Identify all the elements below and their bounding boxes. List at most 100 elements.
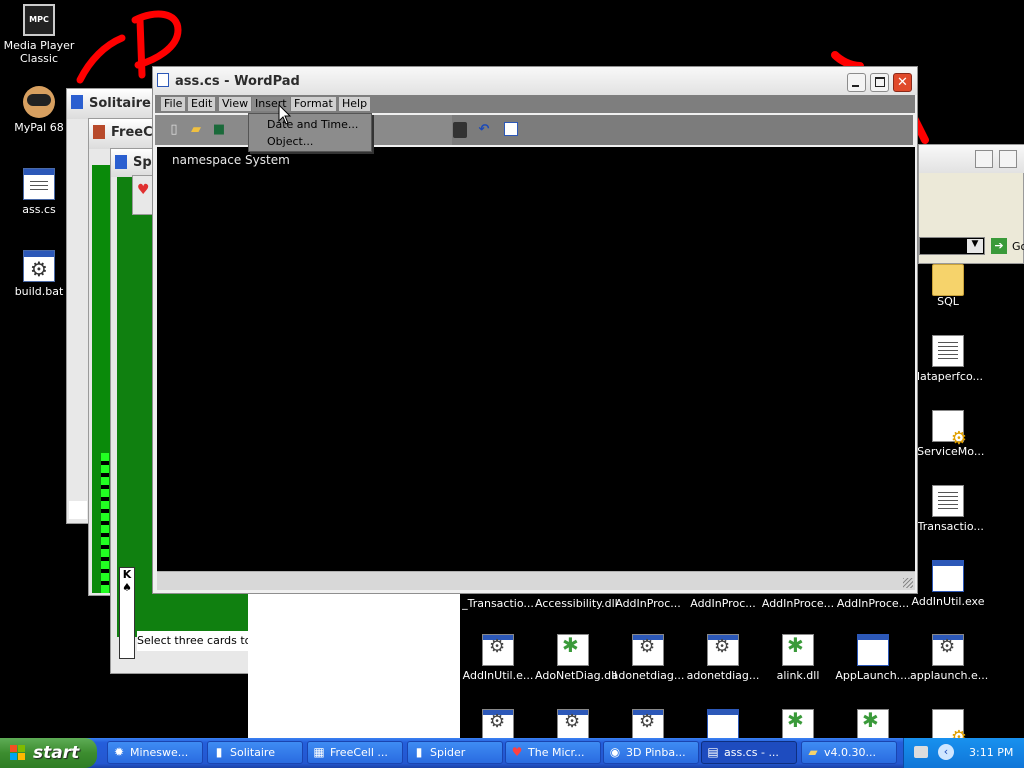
- menu-view[interactable]: View: [219, 97, 252, 111]
- file-label: adonetdiag...: [686, 669, 760, 682]
- go-arrow-icon[interactable]: ➔: [991, 238, 1007, 254]
- file-item[interactable]: adonetdiag...: [685, 634, 761, 682]
- file-label: Accessibility.dll: [535, 597, 618, 610]
- start-button[interactable]: start: [0, 738, 97, 768]
- freecell-icon: ▦: [313, 745, 325, 759]
- menu-format[interactable]: Format: [291, 97, 336, 111]
- spider-icon: ▮: [415, 745, 423, 759]
- taskbar-button[interactable]: ▤ ass.cs - ...: [701, 741, 797, 764]
- insert-dropdown-menu: Date and Time... Object...: [248, 113, 372, 152]
- window-title: ass.cs - WordPad: [175, 74, 300, 89]
- wordpad-titlebar[interactable]: ass.cs - WordPad ✕: [153, 67, 917, 95]
- config-file-icon: [932, 410, 967, 445]
- file-item[interactable]: AddInProce...: [835, 595, 911, 610]
- taskbar-button[interactable]: ▮ Solitaire: [207, 741, 303, 764]
- minimize-button[interactable]: [975, 150, 993, 168]
- file-item[interactable]: AddInUtil.e...: [460, 634, 536, 682]
- insert-object-icon[interactable]: [453, 122, 467, 138]
- back-arrow-icon[interactable]: ‹: [938, 744, 954, 760]
- menu-item-object[interactable]: Object...: [267, 135, 313, 148]
- minimize-button[interactable]: [847, 73, 866, 92]
- close-button[interactable]: ✕: [893, 73, 912, 92]
- file-item[interactable]: adonetdiag...: [610, 634, 686, 682]
- new-document-icon[interactable]: ▯: [166, 122, 182, 138]
- window-title: Sp: [133, 155, 152, 170]
- file-label: _ServiceMo...: [911, 445, 985, 458]
- taskbar-button-label: FreeCell ...: [330, 746, 388, 759]
- file-item[interactable]: AddInProc...: [685, 595, 761, 610]
- document-editor[interactable]: namespace System: [157, 147, 915, 571]
- text-file-icon: [932, 335, 964, 367]
- file-item[interactable]: AddInProce...: [760, 595, 836, 610]
- toolbar-extension: ↶: [452, 115, 913, 145]
- open-folder-icon[interactable]: ▰: [188, 122, 204, 138]
- taskbar-button[interactable]: ▰ v4.0.30...: [801, 741, 897, 764]
- undo-icon[interactable]: ↶: [476, 122, 492, 138]
- wordpad-icon: ▤: [707, 745, 719, 759]
- file-item[interactable]: alink.dll: [760, 634, 836, 682]
- cs-file-icon: [23, 168, 55, 200]
- desktop-icon-label: Media Player Classic: [3, 39, 75, 65]
- file-item[interactable]: _Transactio...: [460, 595, 536, 610]
- hearts-icon: ♥: [511, 745, 523, 759]
- file-item[interactable]: AdoNetDiag.dll: [535, 634, 617, 682]
- dll-file-icon: [782, 634, 814, 666]
- taskbar: start ✹ Mineswe... ▮ Solitaire ▦ FreeCell ...…: [0, 738, 1024, 768]
- window-title: FreeC: [111, 125, 153, 140]
- exe-file-icon: [707, 709, 739, 741]
- taskbar-button-label: The Micr...: [528, 746, 585, 759]
- file-item[interactable]: SQL: [910, 260, 986, 308]
- file-label: _Transactio...: [912, 520, 984, 533]
- desktop-icon-media-player-classic[interactable]: MPC Media Player Classic: [1, 4, 77, 65]
- dll-exe-icon: [632, 709, 664, 741]
- clapperboard-icon: MPC: [23, 4, 55, 36]
- file-item[interactable]: Accessibility.dll: [535, 595, 618, 610]
- solitaire-card-edge: [69, 501, 87, 519]
- chevron-down-icon[interactable]: ▼: [967, 239, 983, 253]
- date-time-icon[interactable]: [504, 122, 518, 136]
- file-item[interactable]: AddInProc...: [610, 595, 686, 610]
- exe-file-icon: [857, 634, 889, 666]
- file-label: AddInProc...: [690, 597, 756, 610]
- system-tray: ‹ 3:11 PM: [903, 738, 1024, 768]
- mouse-cursor-icon: [278, 104, 292, 125]
- taskbar-button[interactable]: ✹ Mineswe...: [107, 741, 203, 764]
- taskbar-button-label: Spider: [430, 746, 466, 759]
- file-label: AddInProc...: [615, 597, 681, 610]
- menu-bar: File Edit View Insert Format Help: [155, 95, 915, 113]
- menu-file[interactable]: File: [161, 97, 186, 111]
- maximize-button[interactable]: [999, 150, 1017, 168]
- maximize-button[interactable]: [870, 73, 889, 92]
- taskbar-button-label: Mineswe...: [130, 746, 189, 759]
- taskbar-button[interactable]: ◉ 3D Pinba...: [603, 741, 699, 764]
- save-icon[interactable]: ■: [211, 122, 227, 138]
- exe-file-icon: [932, 560, 964, 592]
- go-button-label[interactable]: Go: [1012, 240, 1024, 253]
- file-label: _Transactio...: [462, 597, 534, 610]
- spider-card[interactable]: K ♠: [119, 567, 135, 659]
- batch-file-icon: [23, 250, 55, 282]
- taskbar-button-label: ass.cs - ...: [724, 746, 779, 759]
- dll-exe-icon: [632, 634, 664, 666]
- pinball-icon: ◉: [609, 745, 621, 759]
- taskbar-button[interactable]: ▦ FreeCell ...: [307, 741, 403, 764]
- keyboard-icon[interactable]: [914, 746, 928, 758]
- file-item[interactable]: _ServiceMo...: [910, 410, 986, 458]
- file-item[interactable]: dataperfco...: [910, 335, 986, 383]
- explorer-titlebar[interactable]: [919, 145, 1024, 173]
- taskbar-button[interactable]: ♥ The Micr...: [505, 741, 601, 764]
- dll-exe-icon: [557, 709, 589, 741]
- file-item[interactable]: applaunch.e...: [910, 634, 988, 682]
- taskbar-button[interactable]: ▮ Spider: [407, 741, 503, 764]
- spider-icon: [115, 155, 127, 169]
- menu-help[interactable]: Help: [339, 97, 371, 111]
- file-item[interactable]: AddInUtil.exe: [910, 560, 986, 608]
- file-item[interactable]: _Transactio...: [910, 485, 986, 533]
- dll-exe-icon: [932, 634, 964, 666]
- resize-grip-icon[interactable]: [903, 578, 913, 588]
- explorer-window[interactable]: ▼ ➔ Go: [918, 144, 1024, 264]
- clock[interactable]: 3:11 PM: [969, 738, 1013, 768]
- horizontal-scrollbar[interactable]: [157, 571, 915, 590]
- file-item[interactable]: AppLaunch....: [835, 634, 911, 682]
- menu-edit[interactable]: Edit: [188, 97, 216, 111]
